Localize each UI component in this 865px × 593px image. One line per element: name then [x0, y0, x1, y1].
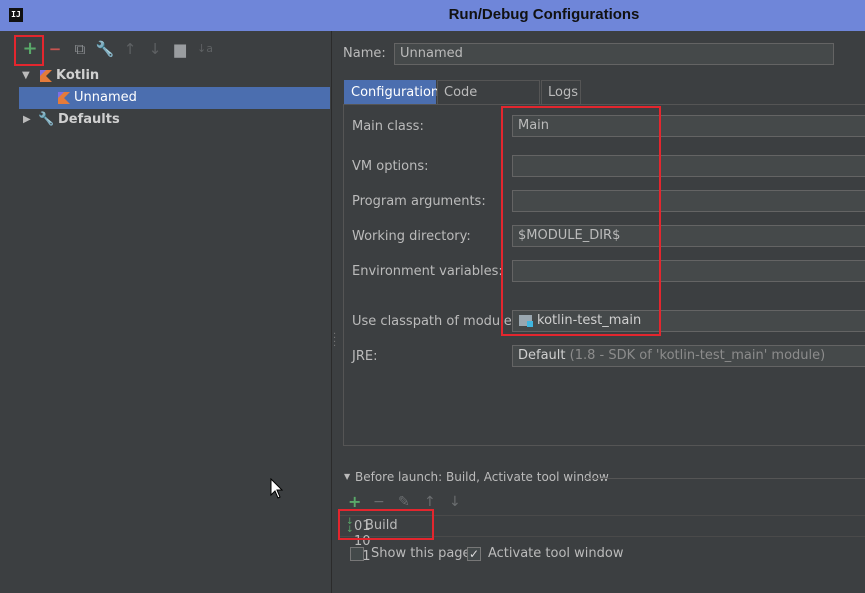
- environment-variables-label: Environment variables:: [352, 264, 503, 279]
- name-label: Name:: [343, 46, 386, 61]
- jre-hint: (1.8 - SDK of 'kotlin-test_main' module): [569, 348, 826, 363]
- configurations-pane: + − ⧉ 🔧 ↑ ↓ ▆ ↓a ▼ Kotlin Unnamed ▶ 🔧 De…: [0, 31, 331, 593]
- move-up-button[interactable]: ↑: [120, 39, 140, 59]
- wrench-icon: 🔧: [38, 112, 55, 127]
- main-class-label: Main class:: [352, 119, 424, 134]
- activate-tool-window-checkbox[interactable]: ✓: [467, 547, 481, 561]
- before-launch-title[interactable]: Before launch: Build, Activate tool wind…: [355, 470, 609, 484]
- highlight-build-task: [338, 509, 434, 540]
- edit-defaults-button[interactable]: 🔧: [95, 39, 115, 59]
- working-directory-label: Working directory:: [352, 229, 471, 244]
- tab-logs[interactable]: Logs: [541, 80, 581, 105]
- tree-item-kotlin[interactable]: ▼ Kotlin: [19, 65, 330, 87]
- tab-configuration[interactable]: Configuration: [344, 80, 439, 105]
- highlight-add-button: [14, 35, 44, 66]
- name-field[interactable]: Unnamed: [394, 43, 834, 65]
- activate-tool-window-label: Activate tool window: [488, 546, 624, 561]
- kotlin-icon: [58, 92, 70, 104]
- remove-configuration-button[interactable]: −: [45, 39, 65, 59]
- title-bar: IJ Run/Debug Configurations: [0, 0, 865, 31]
- sort-button[interactable]: ↓a: [195, 39, 215, 59]
- kotlin-icon: [40, 70, 52, 82]
- before-launch-toggle-icon[interactable]: ▼: [344, 472, 350, 481]
- window-title: Run/Debug Configurations: [448, 6, 640, 23]
- expand-arrow-icon[interactable]: ▼: [22, 65, 30, 87]
- tree-item-unnamed[interactable]: Unnamed: [19, 87, 330, 109]
- mouse-cursor-icon: [270, 478, 284, 499]
- show-this-page-label: Show this page: [371, 546, 471, 561]
- show-this-page-checkbox[interactable]: [350, 547, 364, 561]
- splitter[interactable]: [331, 31, 332, 593]
- separator: [584, 478, 865, 479]
- collapse-arrow-icon[interactable]: ▶: [23, 109, 31, 131]
- jre-value: Default: [518, 348, 566, 363]
- tree-item-defaults[interactable]: ▶ 🔧 Defaults: [19, 109, 330, 131]
- tab-code-coverage[interactable]: Code Coverage: [437, 80, 540, 124]
- tree-item-label: Defaults: [58, 112, 120, 127]
- program-arguments-label: Program arguments:: [352, 194, 486, 209]
- jre-label: JRE:: [352, 349, 378, 364]
- tree-item-label: Unnamed: [74, 90, 137, 105]
- remove-task-button[interactable]: −: [373, 494, 385, 510]
- copy-configuration-button[interactable]: ⧉: [70, 39, 90, 59]
- vm-options-label: VM options:: [352, 159, 429, 174]
- edit-task-icon[interactable]: ✎: [398, 494, 410, 510]
- move-down-button[interactable]: ↓: [145, 39, 165, 59]
- classpath-module-label: Use classpath of module:: [352, 314, 517, 329]
- highlight-main-class-region: [501, 106, 661, 336]
- jre-select[interactable]: Default (1.8 - SDK of 'kotlin-test_main'…: [512, 345, 865, 367]
- task-down-icon[interactable]: ↓: [449, 494, 461, 510]
- folder-button[interactable]: ▆: [170, 39, 190, 59]
- task-up-icon[interactable]: ↑: [424, 494, 436, 510]
- tree-item-label: Kotlin: [56, 68, 100, 83]
- splitter-grip-icon[interactable]: · · · ·: [333, 330, 336, 352]
